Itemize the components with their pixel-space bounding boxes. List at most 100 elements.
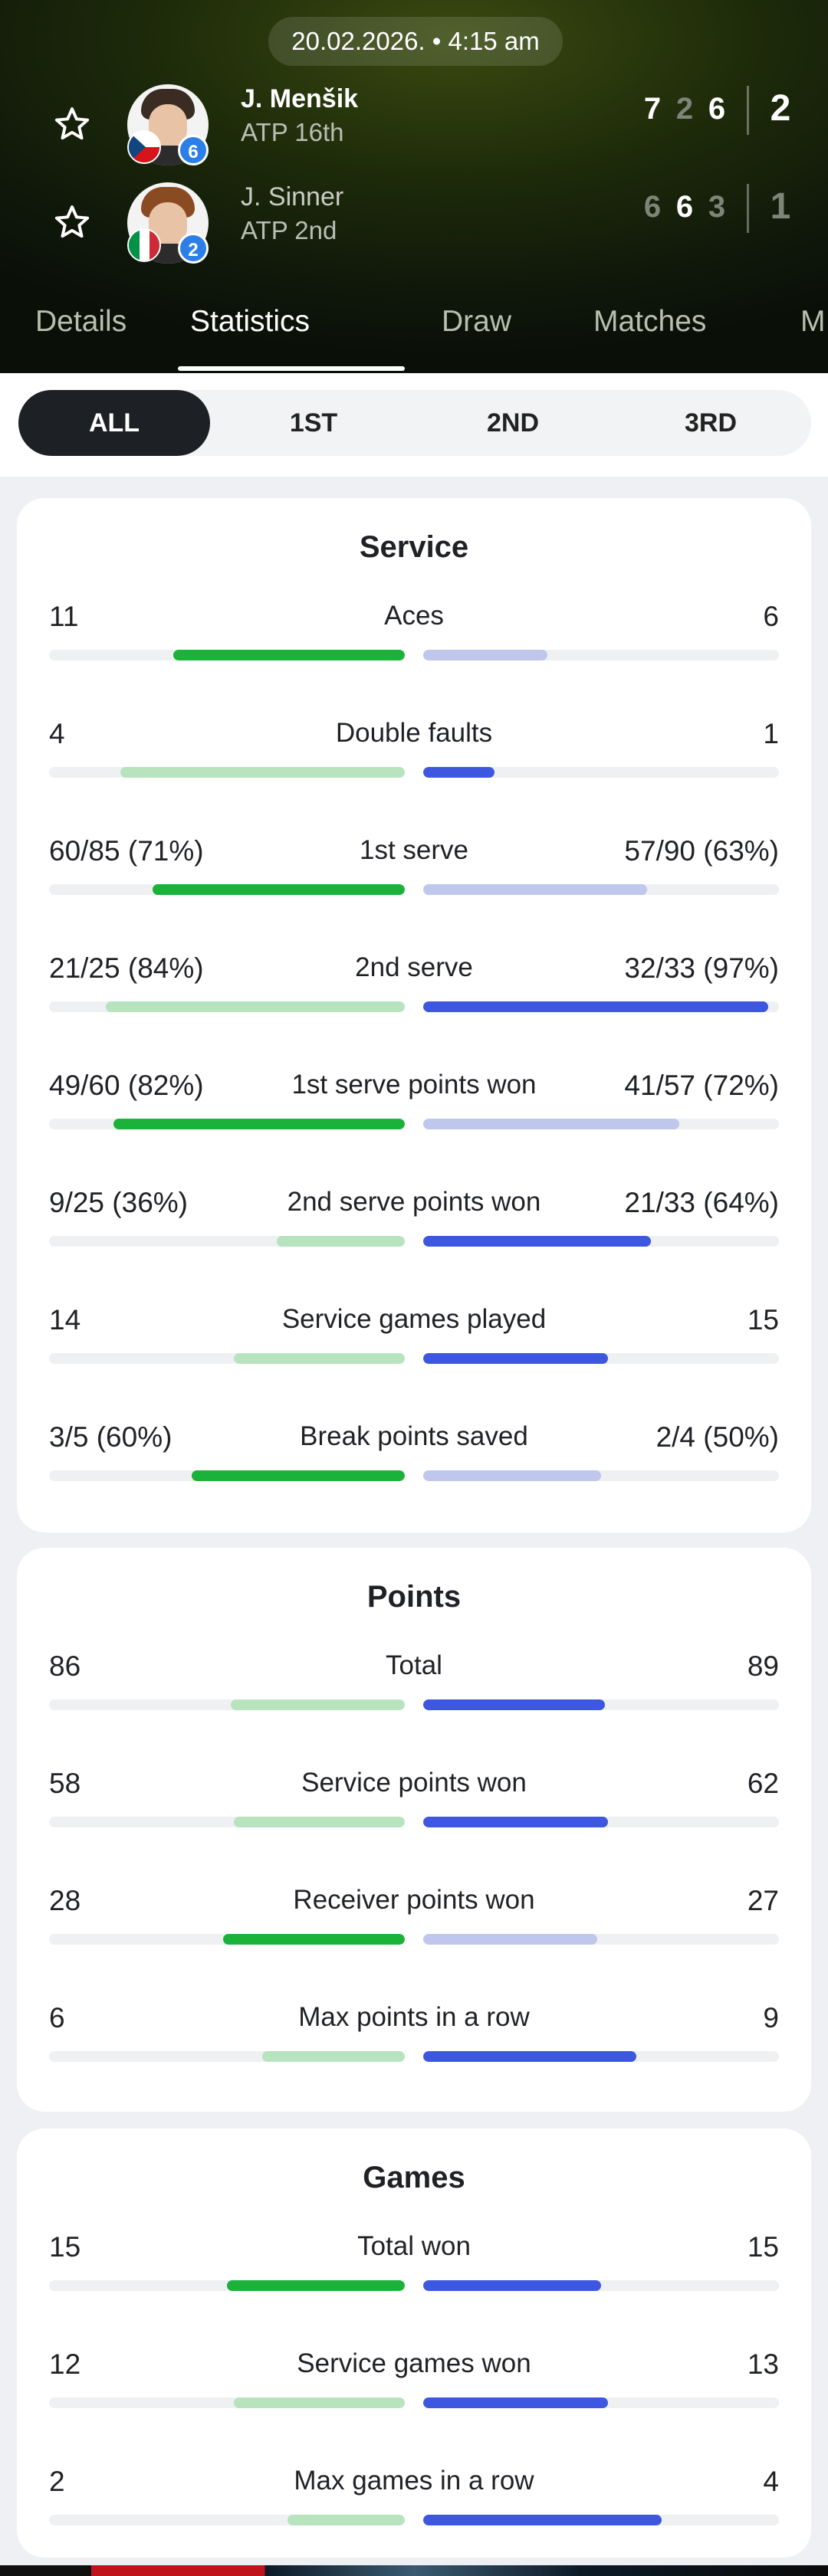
stat-row: 9/25 (36%) 2nd serve points won 21/33 (64%… xyxy=(17,1187,811,1263)
section-title: Service xyxy=(359,530,469,564)
period-segmented-control: ALL 1ST 2ND 3RD xyxy=(18,390,811,456)
set-scores: 663 xyxy=(636,190,733,224)
stat-bar-right xyxy=(423,2515,779,2525)
stat-right-value: 27 xyxy=(747,1885,779,1916)
stat-bar-right xyxy=(423,884,779,895)
stat-label: Service points won xyxy=(301,1768,527,1798)
stat-label: Total xyxy=(386,1650,442,1680)
stat-right-value: 41/57 (72%) xyxy=(624,1070,779,1101)
stat-bar-left xyxy=(49,1236,405,1247)
stat-bar-right xyxy=(423,1470,779,1481)
stats-card-points: Points 86 Total 89 58 Service points won 62 28 R… xyxy=(17,1548,811,2112)
stat-bar-right-fill xyxy=(423,650,548,660)
set-score: 7 xyxy=(643,92,662,126)
stat-row: 14 Service games played 15 xyxy=(17,1304,811,1381)
stat-right-value: 32/33 (97%) xyxy=(624,952,779,984)
stat-bar-left-fill xyxy=(120,767,405,778)
stat-right-value: 57/90 (63%) xyxy=(624,835,779,867)
stat-bar-left xyxy=(49,884,405,895)
score-divider xyxy=(747,184,749,233)
stat-bar-right-fill xyxy=(423,767,495,778)
stat-bar-right xyxy=(423,1353,779,1364)
stat-bar-left-fill xyxy=(152,884,405,895)
stat-row: 12 Service games won 13 xyxy=(17,2348,811,2425)
stat-bar-right-fill xyxy=(423,2051,637,2062)
favorite-star-icon[interactable] xyxy=(52,202,92,242)
set-score: 6 xyxy=(708,92,726,126)
stat-right-value: 62 xyxy=(747,1768,779,1799)
stat-bar-right xyxy=(423,1001,779,1012)
stat-bar-right-fill xyxy=(423,1353,609,1364)
stat-bar-right-fill xyxy=(423,2280,601,2291)
set-score: 6 xyxy=(643,190,662,224)
period-all-button[interactable]: ALL xyxy=(18,390,210,456)
stat-bar-left xyxy=(49,1353,405,1364)
tab-statistics[interactable]: Statistics xyxy=(190,305,310,339)
stat-row: 15 Total won 15 xyxy=(17,2231,811,2308)
set-score: 3 xyxy=(708,190,726,224)
stat-bar-right-fill xyxy=(423,1934,598,1945)
stat-right-value: 2/4 (50%) xyxy=(656,1421,779,1453)
player-name: J. Sinner xyxy=(241,182,344,211)
stat-bar-left-fill xyxy=(234,2397,405,2408)
italy-flag-icon xyxy=(127,228,161,262)
stat-right-value: 4 xyxy=(763,2466,779,2497)
player-ranking: ATP 2nd xyxy=(241,216,337,244)
stat-bar-right-fill xyxy=(423,1001,769,1012)
stat-bar-right xyxy=(423,2397,779,2408)
stat-label: Max games in a row xyxy=(294,2466,534,2496)
stat-bar-left-fill xyxy=(276,1236,405,1247)
tab-matches[interactable]: Matches xyxy=(593,305,706,339)
sets-won-total: 2 xyxy=(770,88,791,129)
stat-label: Total won xyxy=(357,2231,471,2261)
stat-row: 2 Max games in a row 4 xyxy=(17,2466,811,2542)
stat-bar-right-fill xyxy=(423,1470,601,1481)
period-3rd-button[interactable]: 3RD xyxy=(615,390,807,456)
stat-right-value: 15 xyxy=(747,1304,779,1336)
stat-label: Aces xyxy=(384,601,444,631)
period-2nd-button[interactable]: 2ND xyxy=(417,390,609,456)
stat-bar-right xyxy=(423,2051,779,2062)
favorite-star-icon[interactable] xyxy=(52,104,92,144)
tab-more[interactable]: M xyxy=(800,305,826,339)
stat-bar-right xyxy=(423,1119,779,1129)
stats-card-games: Games 15 Total won 15 12 Service games won 13 2… xyxy=(17,2129,811,2558)
stat-row: 60/85 (71%) 1st serve 57/90 (63%) xyxy=(17,835,811,912)
set-score: 2 xyxy=(675,92,694,126)
stat-row: 49/60 (82%) 1st serve points won 41/57 (72… xyxy=(17,1070,811,1146)
stat-row: 21/25 (84%) 2nd serve 32/33 (97%) xyxy=(17,952,811,1029)
czech-flag-icon xyxy=(127,130,161,164)
period-1st-button[interactable]: 1ST xyxy=(218,390,409,456)
section-title: Points xyxy=(366,1580,462,1614)
stat-row: 58 Service points won 62 xyxy=(17,1768,811,1844)
match-header: 20.02.2026. • 4:15 am 6 J. Menšik ATP 16… xyxy=(0,0,828,373)
tab-draw[interactable]: Draw xyxy=(442,305,511,339)
stat-label: Max points in a row xyxy=(298,2002,530,2032)
stat-bar-left xyxy=(49,2280,405,2291)
stat-row: 6 Max points in a row 9 xyxy=(17,2002,811,2079)
stat-label: Service games played xyxy=(281,1304,547,1334)
ad-banner-edge xyxy=(0,2565,828,2576)
player-row-2[interactable]: 2 J. Sinner ATP 2nd 663 1 xyxy=(0,178,828,270)
tab-details[interactable]: Details xyxy=(35,305,127,339)
stat-right-value: 1 xyxy=(763,718,779,749)
stat-bar-left xyxy=(49,1699,405,1710)
stat-bar-right xyxy=(423,1934,779,1945)
stat-label: Double faults xyxy=(335,718,493,748)
score-divider xyxy=(747,86,749,135)
stat-bar-left-fill xyxy=(262,2051,405,2062)
set-scores: 726 xyxy=(636,92,733,126)
stat-bar-left xyxy=(49,1934,405,1945)
stat-bar-left-fill xyxy=(113,1119,405,1129)
stat-bar-left xyxy=(49,2397,405,2408)
player-row-1[interactable]: 6 J. Menšik ATP 16th 726 2 xyxy=(0,80,828,172)
stat-bar-right xyxy=(423,767,779,778)
tab-bar: Details Statistics Draw Matches M xyxy=(0,290,828,373)
stat-bar-right-fill xyxy=(423,1236,651,1247)
stat-right-value: 15 xyxy=(747,2231,779,2263)
stat-bar-left xyxy=(49,650,405,660)
active-tab-indicator xyxy=(178,366,405,371)
stat-right-value: 6 xyxy=(763,601,779,632)
stat-bar-left xyxy=(49,767,405,778)
stat-right-value: 13 xyxy=(747,2348,779,2380)
